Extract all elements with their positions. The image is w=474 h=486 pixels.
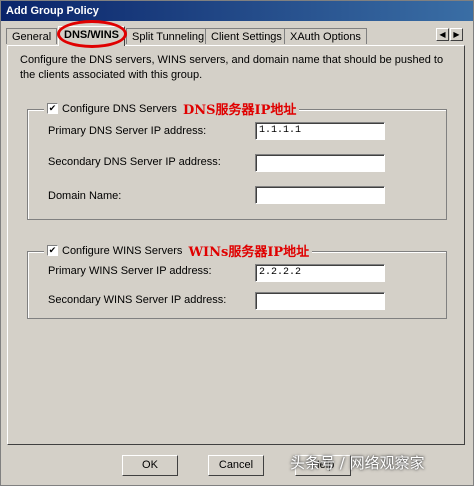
tab-dns-wins[interactable]: DNS/WINS — [58, 26, 125, 46]
tab-strip: General DNS/WINS Split Tunneling Client … — [6, 26, 466, 46]
domain-name-label: Domain Name: — [48, 190, 122, 202]
secondary-dns-label: Secondary DNS Server IP address: — [48, 156, 221, 168]
domain-name-input[interactable] — [255, 186, 385, 204]
window-title: Add Group Policy — [1, 1, 473, 21]
secondary-dns-input[interactable] — [255, 154, 385, 172]
tab-general[interactable]: General — [6, 28, 58, 44]
tab-client-settings[interactable]: Client Settings — [205, 28, 288, 44]
ok-button[interactable]: OK — [122, 455, 178, 476]
primary-wins-input[interactable]: 2.2.2.2 — [255, 264, 385, 282]
dns-checkbox[interactable]: ✔ — [47, 103, 58, 114]
description-text: Configure the DNS servers, WINS servers,… — [20, 54, 444, 81]
primary-dns-label: Primary DNS Server IP address: — [48, 125, 207, 137]
dns-checkbox-label: Configure DNS Servers — [62, 102, 177, 115]
scroll-right-icon[interactable]: ▶ — [450, 28, 463, 41]
wins-checkbox-label: Configure WINS Servers — [62, 244, 183, 257]
wins-group-header: ✔ Configure WINS Servers WINs服务器IP地址 — [44, 241, 313, 260]
scroll-left-icon[interactable]: ◀ — [436, 28, 449, 41]
dns-group-header: ✔ Configure DNS Servers DNS服务器IP地址 — [44, 99, 300, 118]
tab-split-tunneling[interactable]: Split Tunneling — [126, 28, 211, 44]
watermark: 头条号 / 网络观察家 — [290, 454, 425, 472]
cancel-button[interactable]: Cancel — [208, 455, 264, 476]
primary-dns-input[interactable]: 1.1.1.1 — [255, 122, 385, 140]
wins-annotation: WINs服务器IP地址 — [188, 245, 310, 260]
secondary-wins-label: Secondary WINS Server IP address: — [48, 294, 227, 306]
wins-checkbox[interactable]: ✔ — [47, 245, 58, 256]
tab-scroll-arrows: ◀ ▶ — [436, 28, 464, 42]
secondary-wins-input[interactable] — [255, 292, 385, 310]
tab-xauth-options[interactable]: XAuth Options — [284, 28, 367, 44]
primary-wins-label: Primary WINS Server IP address: — [48, 265, 212, 277]
dns-annotation: DNS服务器IP地址 — [182, 103, 297, 118]
